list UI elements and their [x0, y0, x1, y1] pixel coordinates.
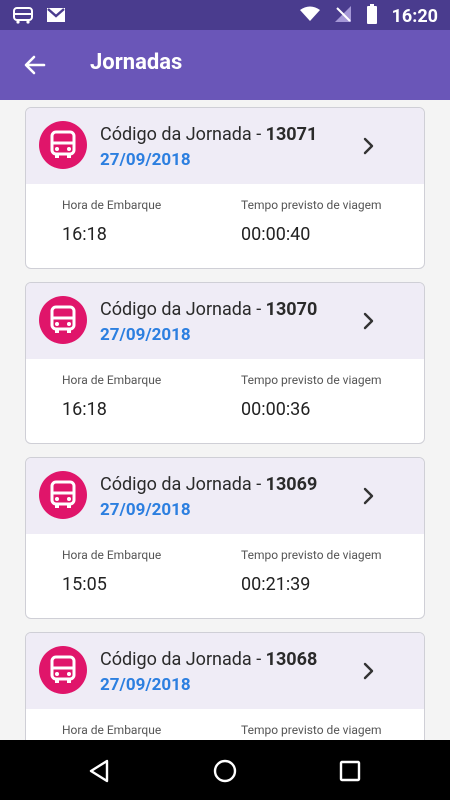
bus-icon: [39, 471, 87, 519]
boarding-time-label: Hora de Embarque: [62, 548, 162, 562]
journey-card[interactable]: Código da Jornada - 13068 27/09/2018 Hor…: [25, 632, 425, 740]
recents-square-icon[interactable]: [335, 756, 365, 786]
journey-code: 13071: [265, 124, 318, 145]
boarding-time-value: 16:18: [62, 399, 107, 420]
journey-code-label: Código da Jornada - 13069: [100, 474, 318, 495]
journey-list[interactable]: Código da Jornada - 13071 27/09/2018 Hor…: [0, 100, 450, 740]
back-triangle-icon[interactable]: [85, 756, 115, 786]
chevron-right-icon[interactable]: [360, 659, 378, 683]
clock: 16:20: [391, 5, 438, 27]
journey-card-header[interactable]: Código da Jornada - 13068 27/09/2018: [26, 633, 424, 709]
battery-icon: [366, 4, 378, 28]
bus-icon: [39, 646, 87, 694]
journey-code: 13070: [265, 299, 318, 320]
no-signal-icon: [334, 5, 352, 27]
bus-icon: [39, 121, 87, 169]
trip-duration-value: 00:00:40: [241, 224, 311, 245]
home-circle-icon[interactable]: [210, 756, 240, 786]
gmail-notification-icon: [46, 6, 66, 28]
journey-card[interactable]: Código da Jornada - 13069 27/09/2018 Hor…: [25, 457, 425, 619]
app-bar: Jornadas: [0, 30, 450, 100]
journey-card-header[interactable]: Código da Jornada - 13070 27/09/2018: [26, 283, 424, 359]
back-arrow-icon[interactable]: [22, 52, 48, 78]
trip-duration-label: Tempo previsto de viagem: [241, 548, 382, 562]
trip-duration-value: 00:00:36: [241, 399, 311, 420]
boarding-time-label: Hora de Embarque: [62, 373, 162, 387]
journey-code-label: Código da Jornada - 13068: [100, 649, 318, 670]
trip-duration-value: 00:21:39: [241, 574, 311, 595]
trip-duration-label: Tempo previsto de viagem: [241, 198, 382, 212]
journey-date: 27/09/2018: [100, 325, 191, 345]
boarding-time-value: 16:18: [62, 224, 107, 245]
system-nav-bar: [0, 740, 450, 800]
wifi-icon: [299, 6, 320, 26]
chevron-right-icon[interactable]: [360, 134, 378, 158]
journey-card-header[interactable]: Código da Jornada - 13069 27/09/2018: [26, 458, 424, 534]
chevron-right-icon[interactable]: [360, 484, 378, 508]
journey-date: 27/09/2018: [100, 675, 191, 695]
trip-duration-label: Tempo previsto de viagem: [241, 373, 382, 387]
journey-code-label: Código da Jornada - 13071: [100, 124, 318, 145]
bus-icon: [39, 296, 87, 344]
trip-duration-label: Tempo previsto de viagem: [241, 723, 382, 737]
journey-card[interactable]: Código da Jornada - 13071 27/09/2018 Hor…: [25, 107, 425, 269]
journey-date: 27/09/2018: [100, 150, 191, 170]
journey-code-label: Código da Jornada - 13070: [100, 299, 318, 320]
status-bar: 16:20: [0, 0, 450, 30]
page-title: Jornadas: [90, 50, 183, 75]
bus-notification-icon: [12, 6, 34, 28]
boarding-time-label: Hora de Embarque: [62, 723, 162, 737]
journey-code: 13069: [265, 474, 318, 495]
boarding-time-value: 15:05: [62, 574, 107, 595]
boarding-time-label: Hora de Embarque: [62, 198, 162, 212]
journey-card-header[interactable]: Código da Jornada - 13071 27/09/2018: [26, 108, 424, 184]
journey-date: 27/09/2018: [100, 500, 191, 520]
journey-card[interactable]: Código da Jornada - 13070 27/09/2018 Hor…: [25, 282, 425, 444]
journey-code: 13068: [265, 649, 318, 670]
chevron-right-icon[interactable]: [360, 309, 378, 333]
